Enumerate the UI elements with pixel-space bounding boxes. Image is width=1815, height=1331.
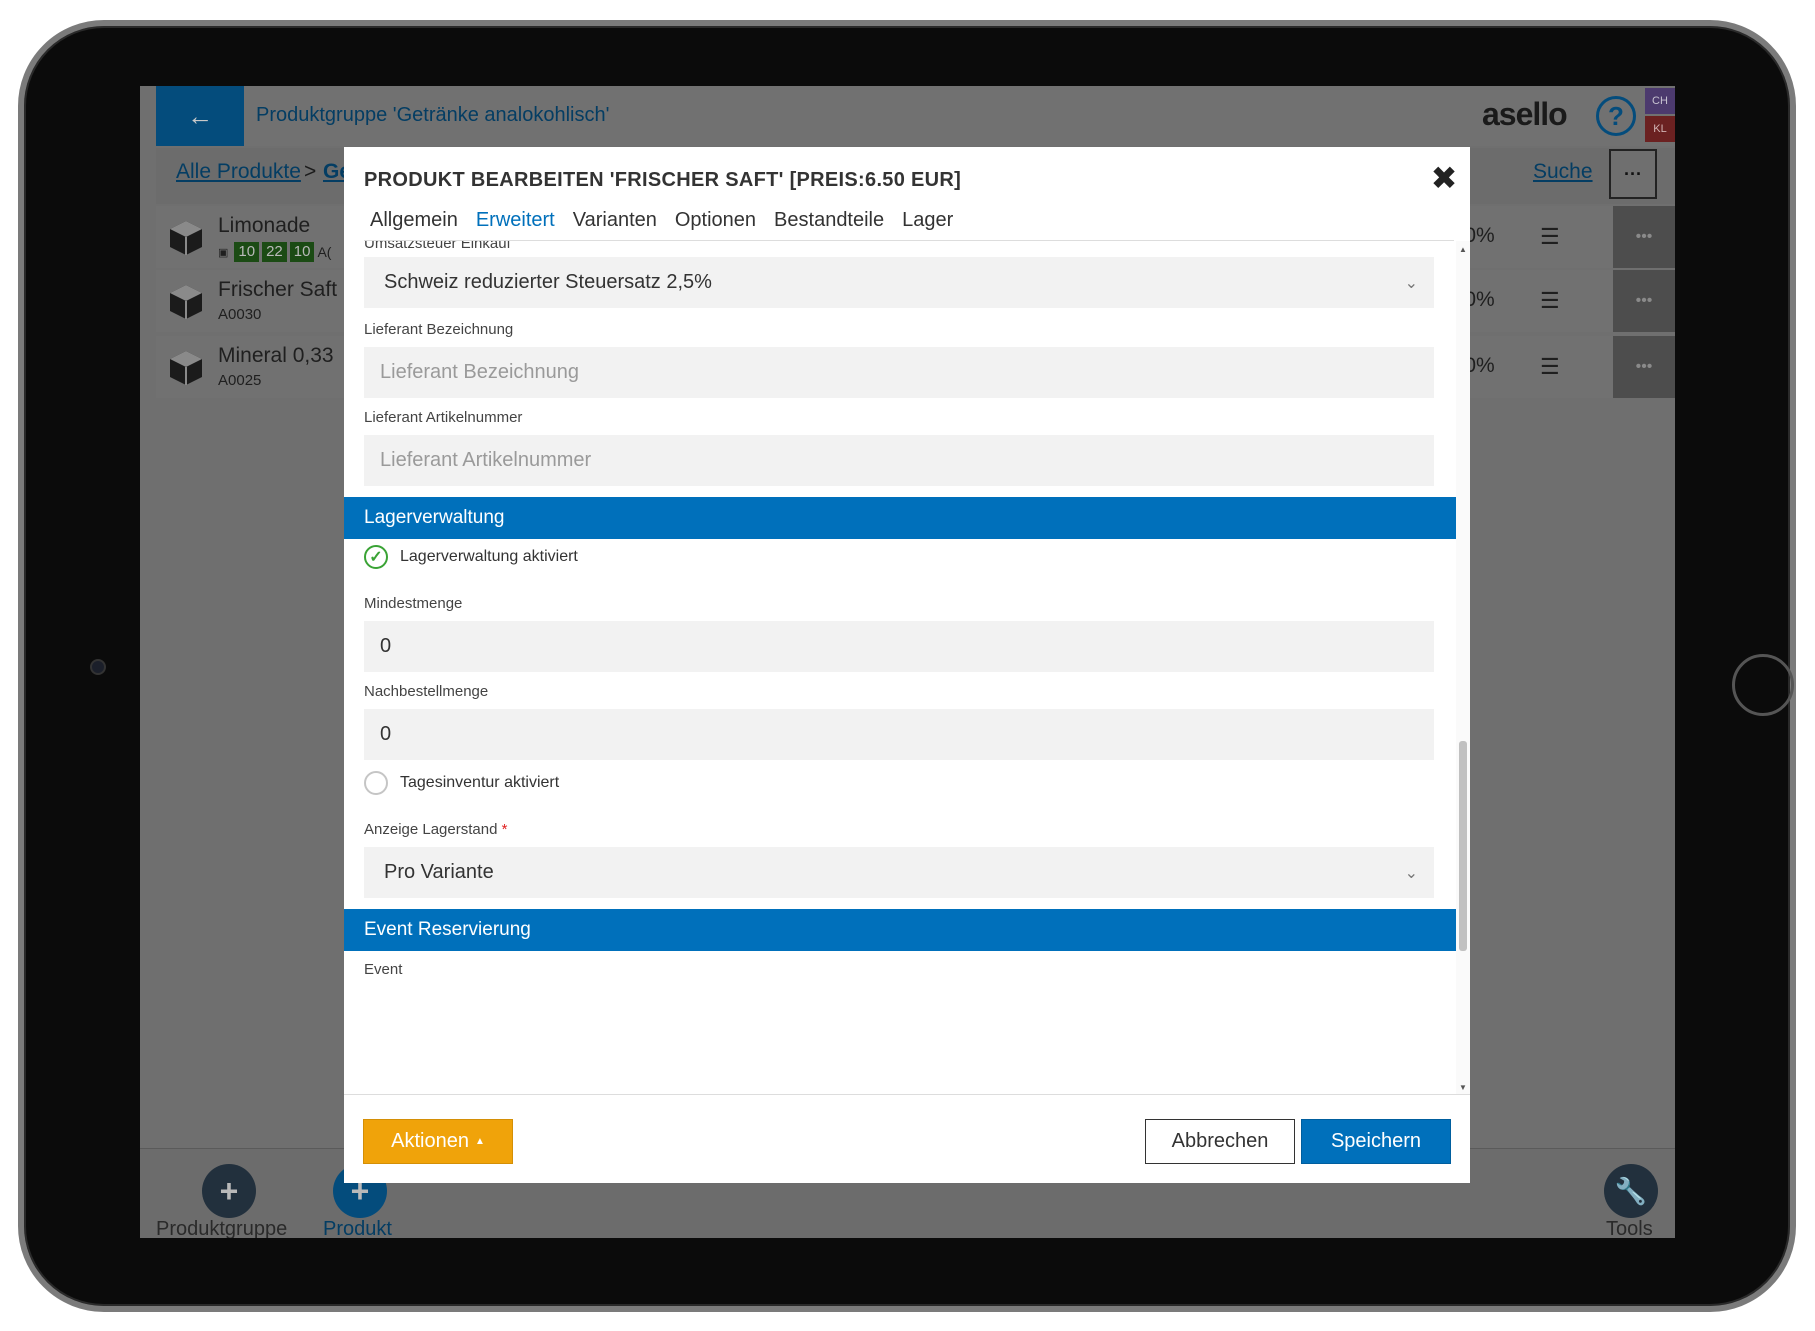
divider bbox=[344, 1094, 1470, 1095]
chevron-down-icon: ⌄ bbox=[1404, 864, 1418, 882]
scroll-down-icon[interactable]: ▼ bbox=[1459, 1083, 1467, 1092]
mindestmenge-input[interactable]: 0 bbox=[364, 621, 1434, 672]
store-icon: ▣ bbox=[218, 246, 229, 259]
caret-up-icon: ▲ bbox=[474, 1136, 485, 1147]
back-arrow-icon: ← bbox=[187, 100, 213, 131]
nachbestellmenge-label: Nachbestellmenge bbox=[364, 683, 489, 700]
tools-label[interactable]: Tools bbox=[1606, 1218, 1653, 1238]
lieferant-bezeichnung-input[interactable]: Lieferant Bezeichnung bbox=[364, 347, 1434, 398]
umsatzsteuer-label: Umsatzsteuer Einkauf bbox=[364, 241, 511, 252]
lieferant-bezeichnung-label: Lieferant Bezeichnung bbox=[364, 321, 514, 338]
home-button[interactable] bbox=[1732, 654, 1794, 716]
modal-title: PRODUKT BEARBEITEN 'FRISCHER SAFT' [PREI… bbox=[364, 169, 962, 191]
page-title: Produktgruppe 'Getränke analokohlisch' bbox=[256, 104, 610, 126]
modal-body: Umsatzsteuer Einkauf Schweiz reduzierter… bbox=[344, 241, 1456, 1094]
scrollbar-thumb[interactable] bbox=[1459, 741, 1467, 951]
product-name: Limonade bbox=[218, 214, 311, 237]
box-icon bbox=[170, 221, 202, 255]
camera bbox=[90, 659, 106, 675]
lieferant-artikelnummer-label: Lieferant Artikelnummer bbox=[364, 409, 523, 426]
box-icon bbox=[170, 285, 202, 319]
scroll-up-icon[interactable]: ▲ bbox=[1459, 245, 1467, 254]
tagesinventur-label: Tagesinventur aktiviert bbox=[400, 774, 560, 791]
product-sku: A0025 bbox=[218, 372, 262, 389]
product-sku: A0030 bbox=[218, 306, 262, 323]
stock-badge: 10 bbox=[234, 242, 260, 262]
app-header: ← Produktgruppe 'Getränke analokohlisch'… bbox=[156, 86, 1675, 146]
country-tag[interactable]: CH bbox=[1645, 88, 1675, 114]
brand-logo: asello bbox=[1482, 96, 1568, 132]
tab-erweitert[interactable]: Erweitert bbox=[476, 209, 555, 232]
anzeige-lagerstand-label: Anzeige Lagerstand * bbox=[364, 821, 507, 838]
tab-lager[interactable]: Lager bbox=[902, 209, 953, 232]
anzeige-lagerstand-select[interactable]: Pro Variante ⌄ bbox=[364, 847, 1434, 898]
umsatzsteuer-select[interactable]: Schweiz reduzierter Steuersatz 2,5% ⌄ bbox=[364, 257, 1434, 308]
empty-circle-icon bbox=[364, 771, 388, 795]
productgroup-label[interactable]: Produktgruppe bbox=[156, 1218, 287, 1238]
tagesinventur-checkbox[interactable]: Tagesinventur aktiviert bbox=[364, 771, 559, 795]
hamburger-icon[interactable]: ☰ bbox=[1540, 224, 1560, 250]
anzeige-lagerstand-text: Anzeige Lagerstand bbox=[364, 821, 498, 838]
product-name: Frischer Saft bbox=[218, 278, 338, 301]
wrench-icon[interactable]: 🔧 bbox=[1604, 1164, 1658, 1218]
chevron-down-icon: ⌄ bbox=[1404, 274, 1418, 292]
breadcrumb-root-link[interactable]: Alle Produkte bbox=[176, 160, 301, 184]
tab-bar: Allgemein Erweitert Varianten Optionen B… bbox=[370, 209, 953, 232]
row-more-button[interactable]: ••• bbox=[1613, 336, 1675, 398]
tab-allgemein[interactable]: Allgemein bbox=[370, 209, 458, 232]
aktionen-label: Aktionen bbox=[391, 1130, 469, 1152]
search-link[interactable]: Suche bbox=[1533, 160, 1593, 184]
section-lagerverwaltung: Lagerverwaltung bbox=[344, 497, 1456, 539]
required-mark: * bbox=[501, 821, 508, 838]
hamburger-icon[interactable]: ☰ bbox=[1540, 354, 1560, 380]
stock-badge: 22 bbox=[262, 242, 287, 262]
check-circle-icon: ✓ bbox=[364, 545, 388, 569]
lagerverwaltung-checkbox[interactable]: ✓ Lagerverwaltung aktiviert bbox=[364, 545, 578, 569]
nachbestellmenge-input[interactable]: 0 bbox=[364, 709, 1434, 760]
add-productgroup-icon[interactable]: + bbox=[202, 1164, 256, 1218]
save-button[interactable]: Speichern bbox=[1301, 1119, 1451, 1164]
badge-tail: A( bbox=[317, 244, 332, 260]
lagerverwaltung-label: Lagerverwaltung aktiviert bbox=[400, 548, 578, 565]
help-icon[interactable]: ? bbox=[1596, 96, 1636, 136]
row-more-button[interactable]: ••• bbox=[1613, 270, 1675, 332]
lieferant-artikelnummer-input[interactable]: Lieferant Artikelnummer bbox=[364, 435, 1434, 486]
box-icon bbox=[170, 351, 202, 385]
row-more-button[interactable]: ••• bbox=[1613, 206, 1675, 268]
tab-optionen[interactable]: Optionen bbox=[675, 209, 756, 232]
event-label: Event bbox=[364, 961, 403, 978]
scrollbar[interactable]: ▲ ▼ bbox=[1456, 241, 1470, 1094]
mindestmenge-label: Mindestmenge bbox=[364, 595, 463, 612]
product-name: Mineral 0,33 bbox=[218, 344, 334, 367]
cancel-button[interactable]: Abbrechen bbox=[1145, 1119, 1295, 1164]
aktionen-button[interactable]: Aktionen ▲ bbox=[363, 1119, 513, 1164]
hamburger-icon[interactable]: ☰ bbox=[1540, 288, 1560, 314]
section-event-reservierung: Event Reservierung bbox=[344, 909, 1456, 951]
more-options-button[interactable]: ··· bbox=[1609, 149, 1657, 199]
user-tag[interactable]: KL bbox=[1645, 116, 1675, 142]
tab-varianten[interactable]: Varianten bbox=[573, 209, 657, 232]
anzeige-lagerstand-value: Pro Variante bbox=[384, 861, 494, 883]
tab-bestandteile[interactable]: Bestandteile bbox=[774, 209, 884, 232]
back-button[interactable]: ← bbox=[156, 86, 244, 146]
close-icon[interactable]: ✖ bbox=[1427, 160, 1461, 196]
stock-badge: 10 bbox=[289, 242, 315, 262]
umsatzsteuer-value: Schweiz reduzierter Steuersatz 2,5% bbox=[384, 271, 712, 293]
stock-badges: ▣ 10 22 10 A( bbox=[218, 242, 331, 262]
breadcrumb-separator: > bbox=[304, 160, 317, 183]
edit-product-modal: PRODUKT BEARBEITEN 'FRISCHER SAFT' [PREI… bbox=[344, 147, 1470, 1183]
product-label[interactable]: Produkt bbox=[323, 1218, 392, 1238]
